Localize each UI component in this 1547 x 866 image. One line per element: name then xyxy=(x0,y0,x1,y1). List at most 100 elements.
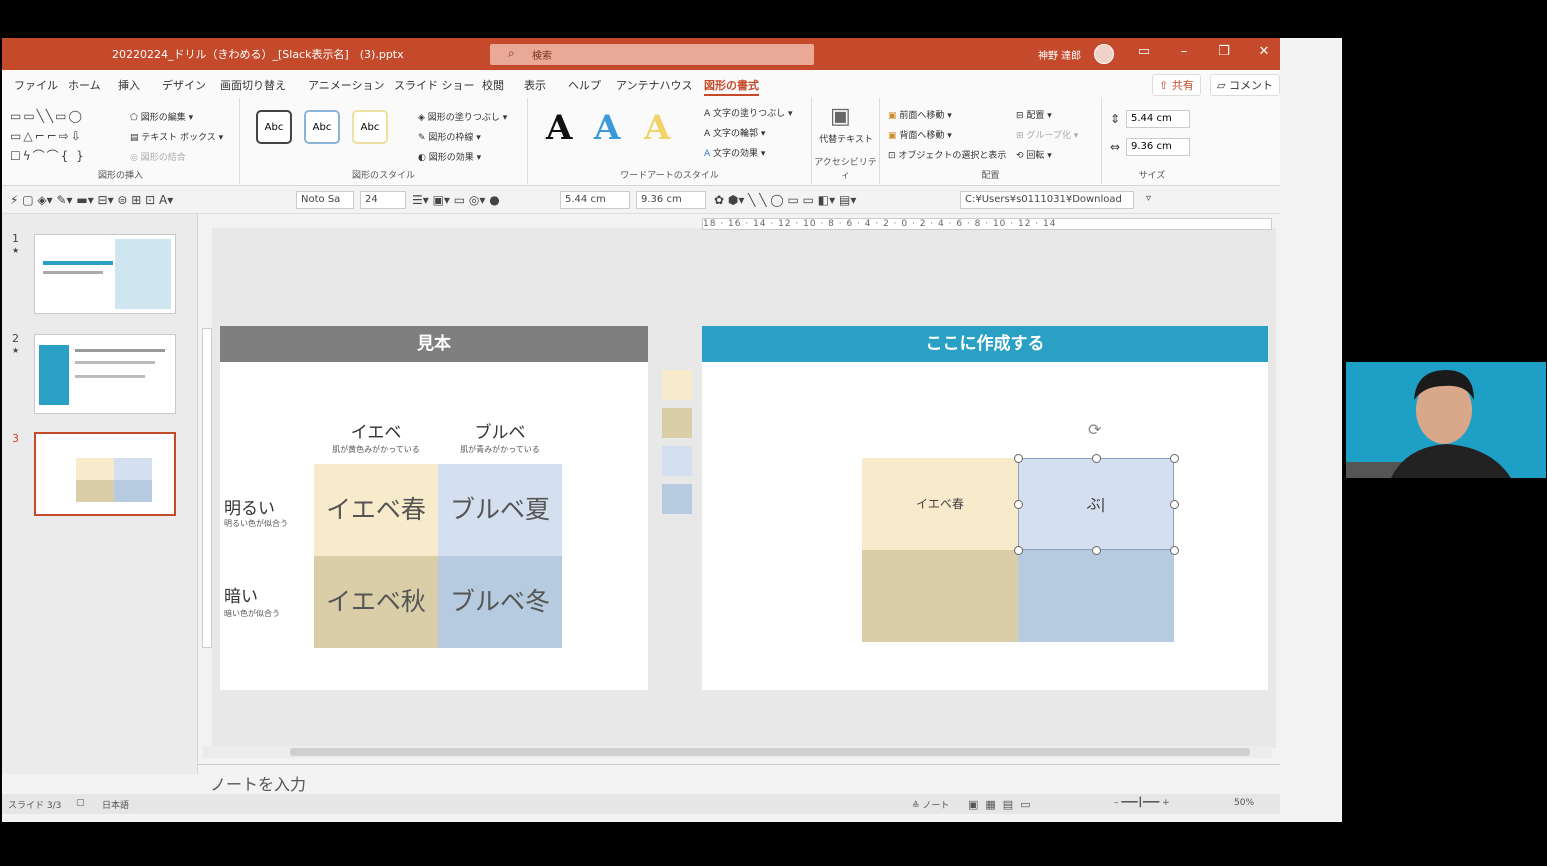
col-blue-base-title: ブルベ xyxy=(474,423,526,443)
tab-review[interactable]: 校閲 xyxy=(482,77,504,93)
shape-style-2[interactable]: Abc xyxy=(304,110,340,144)
slide-thumb-1[interactable] xyxy=(34,234,176,314)
shape-style-3[interactable]: Abc xyxy=(352,110,388,144)
tab-animations[interactable]: アニメーション xyxy=(308,77,385,93)
horizontal-scrollbar[interactable] xyxy=(202,746,1272,758)
slide-thumb-3[interactable] xyxy=(34,432,176,516)
resize-handle-b[interactable] xyxy=(1092,546,1101,555)
merge-shapes-label: 図形の結合 xyxy=(140,153,186,163)
text-fill-button[interactable]: A 文字の塗りつぶし ▾ xyxy=(704,106,793,119)
sample-panel[interactable]: 見本 イエベ 肌が黄色みがかっている ブルベ 肌が青みがかっている 明るい 明る… xyxy=(220,326,648,690)
search-box[interactable]: ⌕ 検索 xyxy=(490,44,814,65)
text-outline-icon: A xyxy=(704,129,714,139)
wordart-style-blue[interactable]: A xyxy=(594,108,620,148)
shape-effects-label: 図形の効果 xyxy=(428,153,474,163)
quick-width-input[interactable]: 9.36 cm xyxy=(636,191,706,209)
wordart-style-gold[interactable]: A xyxy=(644,108,670,148)
edit-shape-label: 図形の編集 xyxy=(140,113,186,123)
wordart-style-black[interactable]: A xyxy=(546,108,572,148)
shape-outline-label: 図形の枠線 xyxy=(428,133,474,143)
share-label: 共有 xyxy=(1171,79,1194,92)
work-cell-spring[interactable]: イエベ春 xyxy=(862,458,1018,550)
tab-file[interactable]: ファイル xyxy=(14,77,58,93)
resize-handle-tr[interactable] xyxy=(1170,454,1179,463)
resize-handle-r[interactable] xyxy=(1170,500,1179,509)
width-input[interactable]: 9.36 cm xyxy=(1126,138,1190,156)
view-buttons[interactable]: ▣ ▦ ▤ ▭ xyxy=(968,798,1031,811)
toolbar-more-icon[interactable]: ▿ xyxy=(1146,193,1151,204)
restore-icon[interactable]: ❐ xyxy=(1214,44,1234,59)
language-label[interactable]: 日本語 xyxy=(102,798,129,811)
rotate-button[interactable]: ⟲ 回転 ▾ xyxy=(1016,148,1052,161)
tab-shape-format[interactable]: 図形の書式 xyxy=(704,77,759,96)
minimize-icon[interactable]: – xyxy=(1174,44,1194,59)
quick-toolbar: ⚡ ▢ ◈▾ ✎▾ ▬▾ ⊟▾ ⊜ ⊞ ⊡ A▾ Noto Sa 24 ☰▾ ▣… xyxy=(2,186,1280,214)
row-dark-title: 暗い xyxy=(224,587,258,607)
tab-insert[interactable]: 挿入 xyxy=(118,77,140,93)
quick-height-input[interactable]: 5.44 cm xyxy=(560,191,630,209)
share-button[interactable]: ⇧ 共有 xyxy=(1152,74,1201,96)
tab-slideshow[interactable]: スライド ショー xyxy=(394,77,475,93)
spellcheck-icon[interactable]: ▢ xyxy=(76,798,85,808)
avatar[interactable] xyxy=(1094,44,1114,64)
resize-handle-l[interactable] xyxy=(1014,500,1023,509)
slide-thumb-2[interactable] xyxy=(34,334,176,414)
notes-toggle-icon: ≙ xyxy=(912,801,923,811)
toolbar-icons-shapes[interactable]: ✿ ⬢▾ ╲ ╲ ◯ ▭ ▭ ◧▾ ▤▾ xyxy=(714,193,856,207)
zoom-slider[interactable]: – ━━━┃━━━ + xyxy=(1114,798,1170,808)
merge-shapes-button[interactable]: ◎ 図形の結合 xyxy=(130,150,186,163)
shape-gallery[interactable]: ▭▭╲╲▭◯ ▭△⌐⌐⇨⇩ ☐ϟ⌒⌒{ } xyxy=(10,106,118,166)
toolbar-icons-left[interactable]: ⚡ ▢ ◈▾ ✎▾ ▬▾ ⊟▾ ⊜ ⊞ ⊡ A▾ xyxy=(10,193,173,207)
send-backward-button[interactable]: ▣ 背面へ移動 ▾ xyxy=(888,128,952,141)
selection-pane-button[interactable]: ⊡ オブジェクトの選択と表示 xyxy=(888,148,1006,161)
path-select[interactable]: C:¥Users¥s0111031¥Download xyxy=(960,191,1134,209)
shape-fill-button[interactable]: ◈ 図形の塗りつぶし ▾ xyxy=(418,110,507,123)
comment-button[interactable]: ▱ コメント xyxy=(1210,74,1280,96)
tab-antennahouse[interactable]: アンテナハウス xyxy=(616,77,693,93)
tab-transitions[interactable]: 画面切り替え xyxy=(220,77,286,93)
ribbon-display-icon[interactable]: ▭ xyxy=(1134,44,1154,59)
work-cell-summer-selected[interactable]: ぶ| xyxy=(1018,458,1174,550)
bring-forward-button[interactable]: ▣ 前面へ移動 ▾ xyxy=(888,108,952,121)
font-size-select[interactable]: 24 xyxy=(360,191,406,209)
close-icon[interactable]: ✕ xyxy=(1254,44,1274,59)
text-effects-button[interactable]: A 文字の効果 ▾ xyxy=(704,146,765,159)
search-icon: ⌕ xyxy=(508,46,515,60)
tab-view[interactable]: 表示 xyxy=(524,77,546,93)
thumb1-subtitle-bar xyxy=(43,271,103,274)
tab-help[interactable]: ヘルプ xyxy=(568,77,601,93)
edit-shape-button[interactable]: ⬠ 図形の編集 ▾ xyxy=(130,110,193,123)
text-outline-button[interactable]: A 文字の輪郭 ▾ xyxy=(704,126,765,139)
work-panel[interactable]: ここに作成する イエベ春 ぶ| ⟳ xyxy=(702,326,1268,690)
scrollbar-thumb[interactable] xyxy=(290,748,1250,756)
resize-handle-br[interactable] xyxy=(1170,546,1179,555)
zoom-level[interactable]: 50% xyxy=(1234,798,1254,808)
slide-number-2: 2 xyxy=(12,332,19,345)
alt-text-icon: ▣ xyxy=(830,104,851,129)
shape-outline-button[interactable]: ✎ 図形の枠線 ▾ xyxy=(418,130,481,143)
resize-handle-bl[interactable] xyxy=(1014,546,1023,555)
alt-text-button[interactable]: 代替テキスト xyxy=(818,134,874,146)
resize-handle-t[interactable] xyxy=(1092,454,1101,463)
user-name[interactable]: 神野 達郎 xyxy=(1038,47,1081,62)
work-cell-autumn[interactable] xyxy=(862,550,1018,642)
tab-design[interactable]: デザイン xyxy=(162,77,206,93)
tab-home[interactable]: ホーム xyxy=(68,77,101,93)
group-button[interactable]: ⊞ グループ化 ▾ xyxy=(1016,128,1078,141)
notes-toggle[interactable]: ≙ ノート xyxy=(912,798,949,811)
swatch-summer[interactable] xyxy=(662,446,692,476)
rotate-handle-icon[interactable]: ⟳ xyxy=(1088,420,1101,439)
swatch-spring[interactable] xyxy=(662,370,692,400)
work-cell-winter[interactable] xyxy=(1018,550,1174,642)
notes-pane[interactable]: ノートを入力 xyxy=(198,764,1280,794)
height-input[interactable]: 5.44 cm xyxy=(1126,110,1190,128)
text-box-button[interactable]: ▤ テキスト ボックス ▾ xyxy=(130,130,223,143)
swatch-winter[interactable] xyxy=(662,484,692,514)
swatch-autumn[interactable] xyxy=(662,408,692,438)
shape-style-1[interactable]: Abc xyxy=(256,110,292,144)
shape-effects-button[interactable]: ◐ 図形の効果 ▾ xyxy=(418,150,481,163)
toolbar-icons-mid[interactable]: ☰▾ ▣▾ ▭ ◎▾ ● xyxy=(412,193,500,207)
align-button[interactable]: ⊟ 配置 ▾ xyxy=(1016,108,1052,121)
font-select[interactable]: Noto Sa xyxy=(296,191,354,209)
resize-handle-tl[interactable] xyxy=(1014,454,1023,463)
